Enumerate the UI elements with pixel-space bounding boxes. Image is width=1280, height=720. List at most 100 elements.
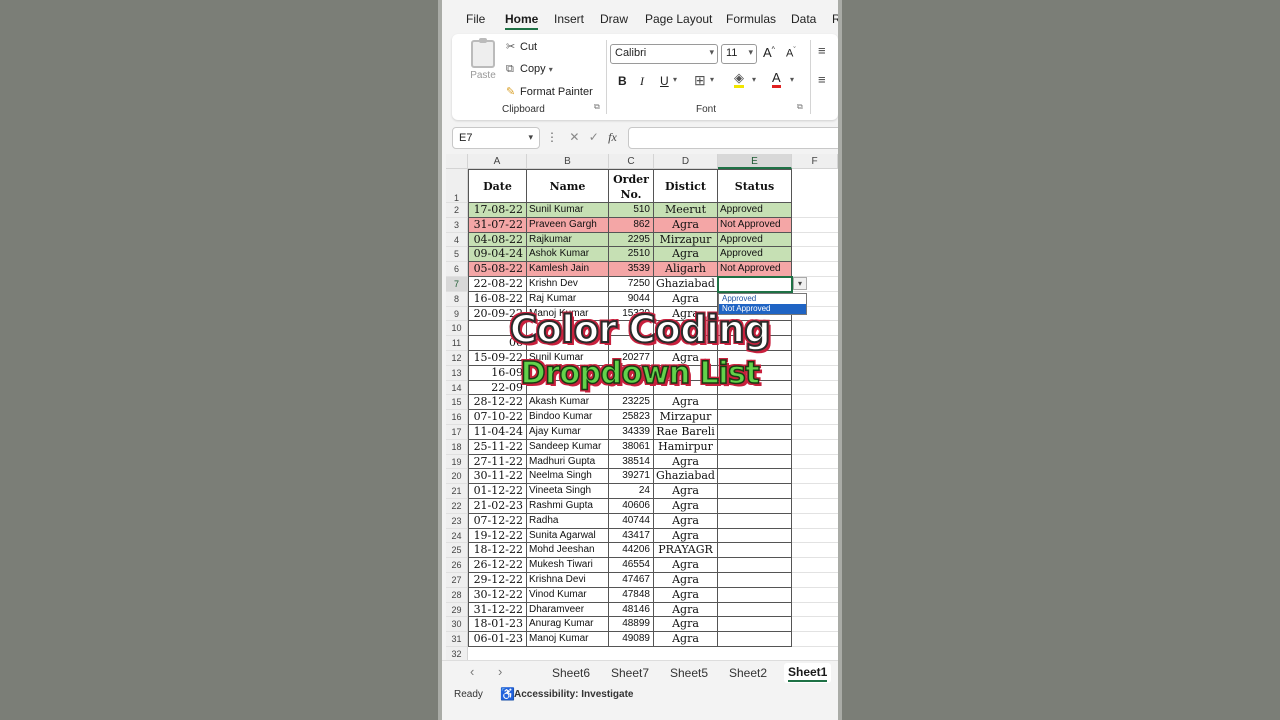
table-cell[interactable] bbox=[718, 425, 792, 440]
sheet-tab-sheet6[interactable]: Sheet6 bbox=[552, 666, 590, 680]
column-header-f[interactable]: F bbox=[792, 154, 838, 169]
column-header-c[interactable]: C bbox=[609, 154, 654, 169]
row-header[interactable]: 4 bbox=[446, 232, 468, 248]
italic-button[interactable]: I bbox=[640, 74, 644, 89]
sheet-tab-sheet7[interactable]: Sheet7 bbox=[611, 666, 649, 680]
row-header[interactable]: 30 bbox=[446, 617, 468, 633]
table-cell[interactable] bbox=[718, 469, 792, 485]
table-cell[interactable] bbox=[718, 573, 792, 588]
table-cell[interactable] bbox=[718, 528, 792, 544]
row-header[interactable]: 1 bbox=[446, 169, 468, 203]
row-header[interactable]: 20 bbox=[446, 469, 468, 485]
table-cell[interactable]: Not Approved bbox=[718, 262, 792, 277]
row-header[interactable]: 7 bbox=[446, 277, 468, 292]
column-header-d[interactable]: D bbox=[654, 154, 718, 169]
insert-function-icon[interactable]: fx bbox=[608, 130, 617, 144]
row-header[interactable]: 21 bbox=[446, 484, 468, 499]
chevron-right-icon[interactable]: › bbox=[498, 664, 502, 679]
chevron-down-icon[interactable]: ▾ bbox=[790, 75, 794, 84]
row-header[interactable]: 2 bbox=[446, 203, 468, 218]
row-header[interactable]: 22 bbox=[446, 499, 468, 514]
row-header[interactable]: 8 bbox=[446, 291, 468, 307]
table-cell[interactable] bbox=[718, 632, 792, 647]
formula-input[interactable] bbox=[628, 127, 838, 149]
row-header[interactable]: 5 bbox=[446, 247, 468, 263]
dropdown-arrow-button[interactable]: ▾ bbox=[793, 277, 807, 290]
row-header[interactable]: 18 bbox=[446, 439, 468, 455]
row-header[interactable]: 23 bbox=[446, 513, 468, 529]
row-header[interactable]: 24 bbox=[446, 528, 468, 544]
row-header[interactable]: 3 bbox=[446, 217, 468, 233]
table-cell[interactable] bbox=[718, 558, 792, 573]
tab-review[interactable]: R bbox=[832, 12, 838, 26]
chevron-down-icon[interactable]: ▾ bbox=[710, 75, 714, 84]
row-header[interactable]: 28 bbox=[446, 587, 468, 603]
tab-data[interactable]: Data bbox=[791, 12, 816, 26]
bold-button[interactable]: B bbox=[618, 74, 627, 88]
chevron-down-icon[interactable]: ▾ bbox=[752, 75, 756, 84]
table-cell[interactable] bbox=[718, 602, 792, 618]
underline-button[interactable]: U bbox=[660, 74, 669, 88]
chevron-left-icon[interactable]: ‹ bbox=[470, 664, 474, 679]
check-icon[interactable]: ✓ bbox=[589, 130, 599, 144]
fill-color-icon[interactable]: ◈ bbox=[734, 71, 744, 88]
align-left-icon[interactable]: ≡ bbox=[818, 72, 826, 87]
row-header[interactable]: 6 bbox=[446, 262, 468, 277]
row-header[interactable]: 29 bbox=[446, 602, 468, 618]
table-cell[interactable]: Not Approved bbox=[718, 217, 792, 233]
table-cell[interactable]: Approved bbox=[718, 203, 792, 218]
align-top-icon[interactable]: ≡ bbox=[818, 43, 826, 58]
dropdown-option[interactable]: Approved bbox=[719, 294, 806, 304]
font-color-icon[interactable]: A bbox=[772, 71, 781, 88]
row-header[interactable]: 25 bbox=[446, 543, 468, 559]
sheet-tab-sheet2[interactable]: Sheet2 bbox=[729, 666, 767, 680]
table-cell[interactable] bbox=[718, 587, 792, 603]
paste-button[interactable]: Paste bbox=[468, 38, 498, 81]
tab-draw[interactable]: Draw bbox=[600, 12, 628, 26]
table-cell[interactable] bbox=[718, 410, 792, 425]
chevron-down-icon[interactable]: ▾ bbox=[673, 75, 677, 84]
row-header[interactable]: 16 bbox=[446, 410, 468, 425]
shrink-font-button[interactable]: Aˇ bbox=[786, 47, 796, 60]
column-header-b[interactable]: B bbox=[527, 154, 609, 169]
table-cell[interactable] bbox=[718, 499, 792, 514]
row-header[interactable]: 31 bbox=[446, 632, 468, 647]
font-size-select[interactable]: 11 ▾ bbox=[721, 44, 757, 64]
column-header-e[interactable]: E bbox=[718, 154, 792, 169]
copy-button[interactable]: ⧉ Copy ▾ bbox=[506, 63, 553, 76]
tab-insert[interactable]: Insert bbox=[554, 12, 584, 26]
select-all-corner[interactable] bbox=[446, 154, 468, 169]
row-header[interactable]: 26 bbox=[446, 558, 468, 573]
grow-font-button[interactable]: A^ bbox=[763, 45, 775, 60]
table-cell[interactable] bbox=[718, 439, 792, 455]
table-cell[interactable]: Approved bbox=[718, 247, 792, 263]
column-header-a[interactable]: A bbox=[468, 154, 527, 169]
row-header[interactable]: 27 bbox=[446, 573, 468, 588]
table-cell[interactable] bbox=[718, 543, 792, 559]
name-box[interactable]: E7 ▾ bbox=[452, 127, 540, 149]
tab-file[interactable]: File bbox=[466, 12, 485, 26]
table-cell[interactable] bbox=[718, 513, 792, 529]
cancel-icon[interactable]: ✕ bbox=[569, 130, 579, 144]
dialog-launcher-icon[interactable]: ⧉ bbox=[594, 102, 600, 112]
row-header[interactable]: 19 bbox=[446, 454, 468, 470]
tab-home[interactable]: Home bbox=[505, 12, 539, 30]
cut-button[interactable]: ✂ Cut bbox=[506, 40, 537, 53]
table-cell[interactable]: Approved bbox=[718, 232, 792, 248]
sheet-tab-sheet1[interactable]: Sheet1 bbox=[784, 663, 832, 683]
table-cell[interactable] bbox=[718, 617, 792, 633]
accessibility-status[interactable]: Accessibility: Investigate bbox=[514, 689, 634, 700]
format-painter-button[interactable]: ✎ Format Painter bbox=[506, 85, 593, 98]
sheet-tab-sheet5[interactable]: Sheet5 bbox=[670, 666, 708, 680]
row-header[interactable]: 17 bbox=[446, 425, 468, 440]
table-cell[interactable] bbox=[718, 484, 792, 499]
tab-page-layout[interactable]: Page Layout bbox=[645, 12, 712, 26]
row-header[interactable]: 15 bbox=[446, 395, 468, 411]
tab-formulas[interactable]: Formulas bbox=[726, 12, 776, 26]
table-cell[interactable] bbox=[718, 395, 792, 411]
active-cell-e7[interactable] bbox=[717, 276, 793, 293]
row-header[interactable]: 32 bbox=[446, 647, 468, 660]
dialog-launcher-icon[interactable]: ⧉ bbox=[797, 102, 803, 112]
font-name-select[interactable]: Calibri ▾ bbox=[610, 44, 718, 64]
borders-icon[interactable]: ⊞ bbox=[694, 72, 706, 89]
